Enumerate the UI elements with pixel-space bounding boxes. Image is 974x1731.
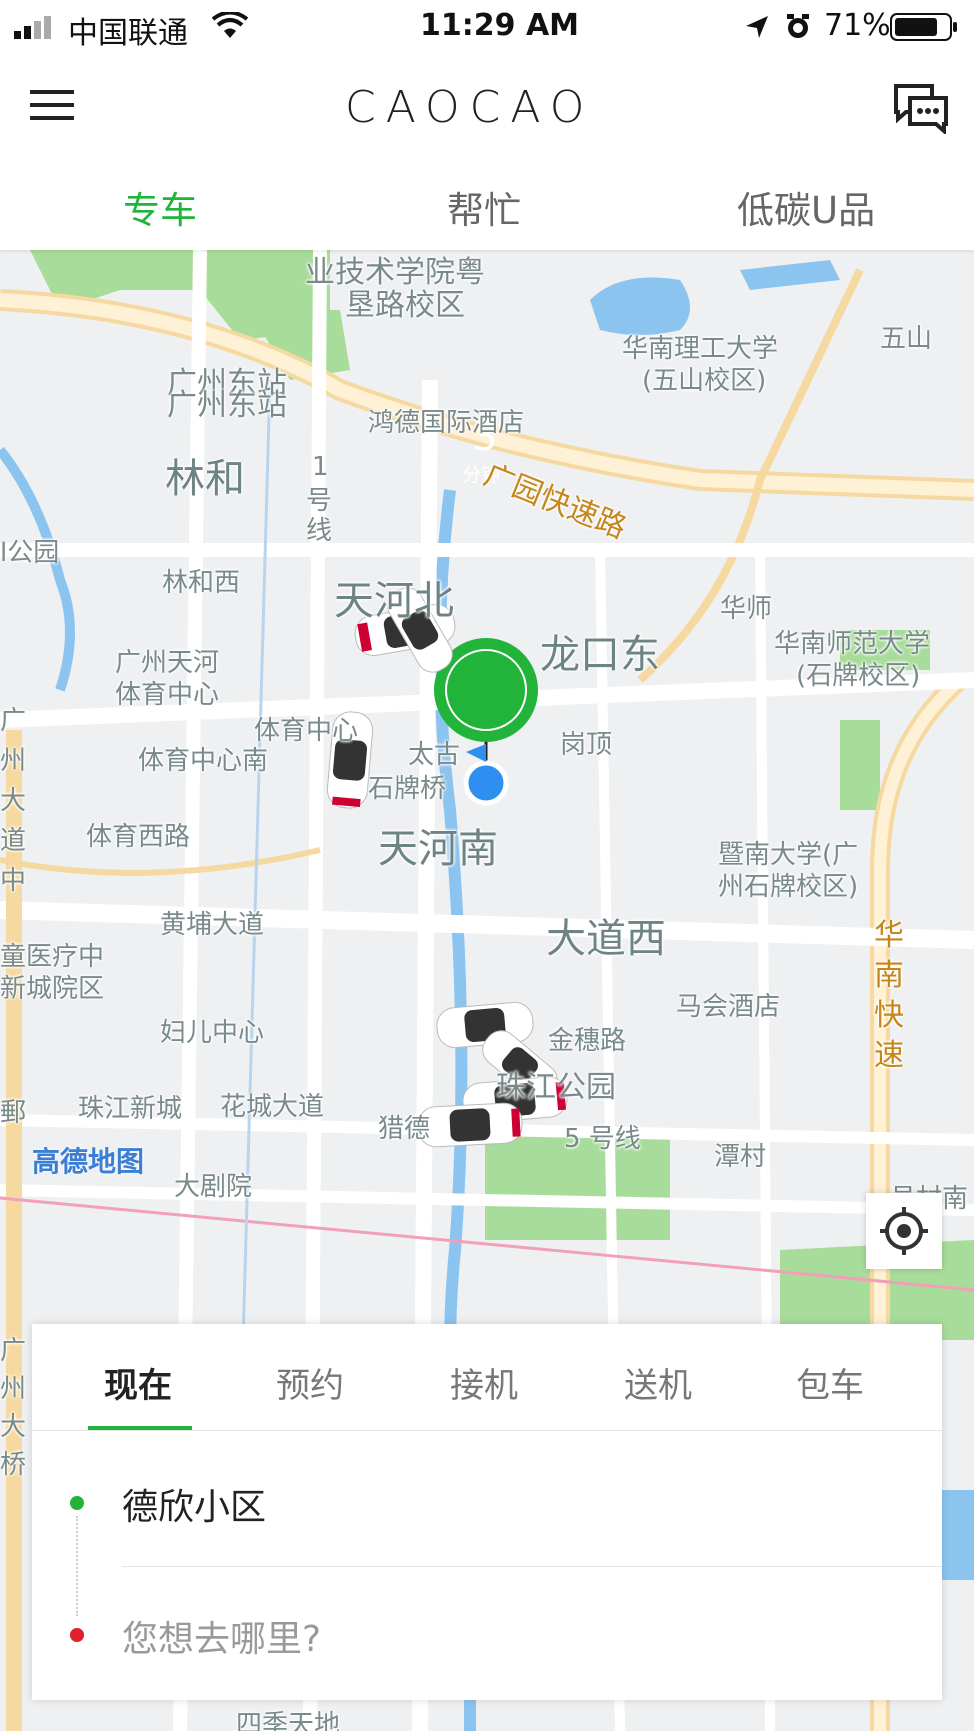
pickup-dot <box>70 1496 84 1510</box>
signal-icon <box>14 14 60 44</box>
map-label: 中 <box>0 866 27 896</box>
map-label: 五山 <box>880 324 933 354</box>
app-header: CAOCAO <box>0 52 974 162</box>
map-label: 龙口东 <box>540 632 660 678</box>
map-label: 广 <box>0 1336 27 1366</box>
map-label: 大道西 <box>546 916 666 962</box>
park-area <box>840 720 880 810</box>
location-dot-icon <box>463 760 509 806</box>
pickup-location[interactable]: 德欣小区 <box>122 1478 266 1530</box>
battery-percent: 71% <box>824 8 891 43</box>
wifi-icon <box>211 10 249 44</box>
map-label: 华师 <box>720 594 773 624</box>
map-label: 新城院区 <box>0 974 105 1004</box>
map-label: 桥 <box>0 1450 27 1480</box>
map-label: 四季天地 <box>236 1710 341 1731</box>
tab-now[interactable]: 现在 <box>104 1358 172 1407</box>
field-divider <box>122 1566 942 1567</box>
map-label: 州石牌校区) <box>718 872 859 902</box>
map-label: 郵 <box>0 1098 27 1128</box>
road <box>0 847 321 876</box>
map-label: 猎德 <box>378 1114 431 1144</box>
destination-dot <box>70 1628 84 1642</box>
map-label: 黄埔大道 <box>160 910 265 940</box>
map-label: 体育西路 <box>86 822 191 852</box>
tab-bangmang[interactable]: 帮忙 <box>447 180 521 234</box>
alarm-icon <box>784 12 812 44</box>
map-label: 快 <box>874 998 904 1033</box>
map-label: 马会酒店 <box>676 992 781 1022</box>
map-label: 天河南 <box>378 826 498 872</box>
map-label: 体育中心 <box>115 680 220 710</box>
clock: 11:29 AM <box>420 8 580 43</box>
map-label: 体育中心 <box>254 716 359 746</box>
locate-icon <box>878 1205 930 1261</box>
map-label: 1 <box>312 452 329 482</box>
map-label: 道 <box>0 826 27 856</box>
map-label: 华 <box>874 918 904 953</box>
order-panel: 现在 预约 接机 送机 包车 德欣小区 您想去哪里? <box>32 1324 942 1700</box>
map-label: 广 <box>0 706 27 736</box>
direction-arrow <box>466 744 486 762</box>
map-label: (石牌校区) <box>796 661 921 691</box>
status-bar: 中国联通 11:29 AM 71% <box>0 0 974 52</box>
lake <box>940 1490 974 1580</box>
map-label: 金穗路 <box>548 1026 627 1056</box>
tab-airport-pickup[interactable]: 接机 <box>450 1358 518 1407</box>
route-dotted-line <box>76 1516 78 1616</box>
tab-zhuanche[interactable]: 专车 <box>123 180 197 234</box>
map-label: 州 <box>0 1374 27 1404</box>
map-label: 广州东站 <box>167 388 287 423</box>
tab-reserve[interactable]: 预约 <box>276 1358 344 1407</box>
map-label: 珠江新城 <box>78 1094 183 1124</box>
tab-airport-dropoff[interactable]: 送机 <box>624 1358 692 1407</box>
map-label: 鸿德国际酒店 <box>368 408 525 438</box>
map-label: 垦路校区 <box>345 288 465 323</box>
map-label: 石牌桥 <box>368 774 447 804</box>
map-label: (五山校区) <box>642 366 767 396</box>
map-label: 太古 <box>408 740 461 770</box>
map-label: 5 号线 <box>564 1124 641 1154</box>
map-label: 南 <box>874 958 904 993</box>
map-attribution: 高德地图 <box>32 1145 145 1178</box>
carrier-name: 中国联通 <box>68 16 188 51</box>
car-icon <box>417 1102 523 1148</box>
road <box>0 901 974 949</box>
map-label: 体育中心南 <box>138 746 269 776</box>
map-label: 大 <box>0 786 27 816</box>
menu-icon[interactable] <box>30 90 74 126</box>
map-label: 珠江公园 <box>496 1070 616 1105</box>
map-label: 妇儿中心 <box>160 1018 265 1048</box>
location-arrow-icon <box>744 14 770 44</box>
map-label: 天河北 <box>334 578 454 624</box>
map-label: 潭村 <box>714 1142 767 1172</box>
locate-button[interactable] <box>866 1193 942 1269</box>
map-label: 岗顶 <box>560 730 613 760</box>
map-label: 速 <box>874 1038 904 1073</box>
map-label: 林和西 <box>162 568 241 598</box>
map-label: 花城大道 <box>220 1092 325 1122</box>
map-label: 林和 <box>165 456 245 502</box>
map-label: 大 <box>0 1412 27 1442</box>
lake <box>740 260 840 290</box>
battery-icon <box>890 12 962 46</box>
river <box>0 446 75 692</box>
destination-input[interactable]: 您想去哪里? <box>122 1610 321 1662</box>
service-tabs: 专车 帮忙 低碳U品 <box>0 162 974 250</box>
map-label: 州 <box>0 746 27 776</box>
app-logo: CAOCAO <box>345 82 595 133</box>
map-label: l公园 <box>0 538 60 568</box>
tab-ditan[interactable]: 低碳U品 <box>737 180 875 234</box>
map-label: 线 <box>306 516 333 546</box>
tab-charter[interactable]: 包车 <box>796 1358 864 1407</box>
map-label: 大剧院 <box>174 1172 253 1202</box>
tab-divider <box>32 1430 942 1431</box>
lake <box>590 277 690 335</box>
chat-icon[interactable] <box>892 82 950 138</box>
